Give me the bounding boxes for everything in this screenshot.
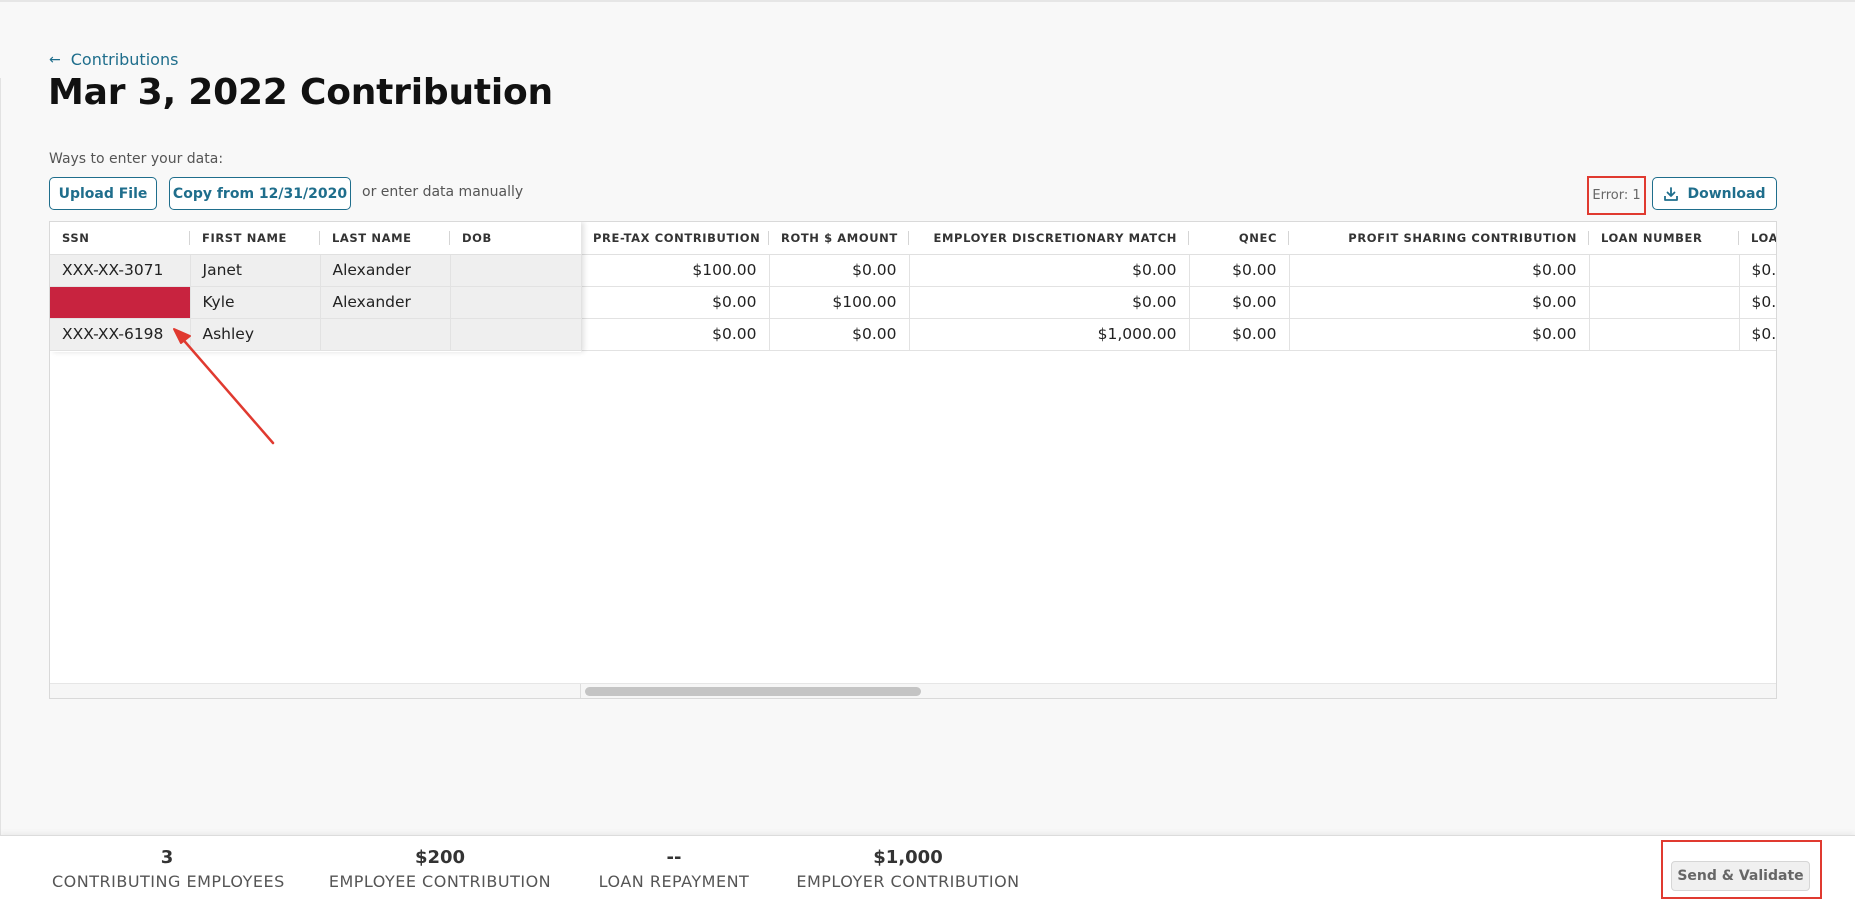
- cell-last-name[interactable]: Alexander: [320, 254, 451, 287]
- ways-label: Ways to enter your data:: [49, 151, 224, 167]
- error-count-label: Error: 1: [1592, 188, 1641, 203]
- cell-pretax[interactable]: $100.00: [581, 254, 770, 287]
- cell-qnec[interactable]: $0.00: [1189, 286, 1290, 319]
- arrow-left-icon: ←: [49, 51, 61, 68]
- cell-profit-sharing[interactable]: $0.00: [1289, 254, 1590, 287]
- stat-loan-repayment: -- LOAN REPAYMENT: [597, 846, 751, 894]
- stat-label: LOAN REPAYMENT: [598, 872, 750, 891]
- copy-from-previous-button[interactable]: Copy from 12/31/2020: [169, 177, 351, 210]
- column-header-pretax[interactable]: PRE-TAX CONTRIBUTION: [581, 222, 769, 255]
- table-row: Kyle Alexander: [50, 286, 582, 319]
- send-validate-button[interactable]: Send & Validate: [1671, 861, 1810, 891]
- stat-employee-contribution: $200 EMPLOYEE CONTRIBUTION: [327, 846, 553, 894]
- table-row: $0.00 $0.00 $1,000.00 $0.00 $0.00 $0.0: [581, 318, 1776, 351]
- back-to-contributions-link[interactable]: ← Contributions: [49, 50, 178, 69]
- left-edge: [0, 78, 1, 835]
- stat-value: $1,000: [873, 847, 943, 868]
- page-title: Mar 3, 2022 Contribution: [48, 72, 553, 113]
- cell-roth[interactable]: $0.00: [769, 254, 910, 287]
- cell-ssn[interactable]: XXX-XX-6198: [50, 318, 191, 351]
- cell-ssn[interactable]: XXX-XX-3071: [50, 254, 191, 287]
- summary-footer: 3 CONTRIBUTING EMPLOYEES $200 EMPLOYEE C…: [0, 835, 1855, 905]
- stat-value: --: [666, 847, 682, 868]
- cell-first-name[interactable]: Ashley: [190, 318, 321, 351]
- column-header-qnec[interactable]: QNEC: [1189, 222, 1289, 255]
- scrollbar-divider: [580, 684, 581, 698]
- column-header-employer-match[interactable]: EMPLOYER DISCRETIONARY MATCH: [909, 222, 1189, 255]
- cell-last-name[interactable]: [320, 318, 451, 351]
- column-header-profit-sharing[interactable]: PROFIT SHARING CONTRIBUTION: [1289, 222, 1589, 255]
- cell-loan-number[interactable]: [1589, 318, 1740, 351]
- column-header-loan[interactable]: LOA: [1739, 222, 1776, 255]
- top-edge: [0, 0, 1855, 2]
- cell-last-name[interactable]: Alexander: [320, 286, 451, 319]
- stat-value: 3: [160, 847, 174, 868]
- cell-qnec[interactable]: $0.00: [1189, 254, 1290, 287]
- table-row: XXX-XX-6198 Ashley: [50, 318, 582, 351]
- cell-loan[interactable]: $0.0: [1739, 254, 1776, 287]
- stat-label: EMPLOYEE CONTRIBUTION: [328, 872, 552, 891]
- cell-profit-sharing[interactable]: $0.00: [1289, 318, 1590, 351]
- download-button[interactable]: Download: [1652, 177, 1777, 210]
- cell-first-name[interactable]: Kyle: [190, 286, 321, 319]
- column-header-loan-number[interactable]: LOAN NUMBER: [1589, 222, 1739, 255]
- column-header-first-name[interactable]: FIRST NAME: [190, 222, 320, 255]
- cell-employer-match[interactable]: $0.00: [909, 286, 1190, 319]
- cell-loan-number[interactable]: [1589, 254, 1740, 287]
- frozen-columns: SSN FIRST NAME LAST NAME DOB XXX-XX-3071…: [50, 222, 582, 352]
- table-row: $0.00 $100.00 $0.00 $0.00 $0.00 $0.0: [581, 286, 1776, 319]
- cell-loan[interactable]: $0.0: [1739, 286, 1776, 319]
- column-header-last-name[interactable]: LAST NAME: [320, 222, 450, 255]
- cell-loan[interactable]: $0.0: [1739, 318, 1776, 351]
- cell-dob[interactable]: [450, 254, 582, 287]
- download-label: Download: [1687, 185, 1766, 202]
- column-header-roth[interactable]: ROTH $ AMOUNT: [769, 222, 909, 255]
- table-row: XXX-XX-3071 Janet Alexander: [50, 254, 582, 287]
- stat-label: EMPLOYER CONTRIBUTION: [796, 872, 1020, 891]
- manual-entry-text: or enter data manually: [362, 184, 524, 200]
- cell-dob[interactable]: [450, 286, 582, 319]
- upload-file-button[interactable]: Upload File: [49, 177, 157, 210]
- cell-qnec[interactable]: $0.00: [1189, 318, 1290, 351]
- stat-label: CONTRIBUTING EMPLOYEES: [52, 872, 285, 891]
- scrollbar-thumb[interactable]: [585, 687, 921, 696]
- cell-profit-sharing[interactable]: $0.00: [1289, 286, 1590, 319]
- stat-contributing-employees: 3 CONTRIBUTING EMPLOYEES: [52, 846, 285, 894]
- cell-pretax[interactable]: $0.00: [581, 286, 770, 319]
- cell-employer-match[interactable]: $0.00: [909, 254, 1190, 287]
- contribution-grid: SSN FIRST NAME LAST NAME DOB XXX-XX-3071…: [49, 221, 1777, 699]
- cell-roth[interactable]: $0.00: [769, 318, 910, 351]
- cell-roth[interactable]: $100.00: [769, 286, 910, 319]
- column-header-ssn[interactable]: SSN: [50, 222, 190, 255]
- cell-ssn-error[interactable]: [50, 286, 191, 319]
- cell-loan-number[interactable]: [1589, 286, 1740, 319]
- cell-dob[interactable]: [450, 318, 582, 351]
- download-icon: [1664, 186, 1679, 201]
- stat-value: $200: [414, 847, 466, 868]
- cell-pretax[interactable]: $0.00: [581, 318, 770, 351]
- send-highlight: Send & Validate: [1661, 840, 1822, 899]
- cell-employer-match[interactable]: $1,000.00: [909, 318, 1190, 351]
- scrollable-columns: PRE-TAX CONTRIBUTION ROTH $ AMOUNT EMPLO…: [581, 222, 1776, 352]
- error-count[interactable]: Error: 1: [1587, 176, 1646, 215]
- table-row: $100.00 $0.00 $0.00 $0.00 $0.00 $0.0: [581, 254, 1776, 287]
- column-header-dob[interactable]: DOB: [450, 222, 581, 255]
- horizontal-scrollbar[interactable]: [50, 683, 1776, 698]
- stat-employer-contribution: $1,000 EMPLOYER CONTRIBUTION: [794, 846, 1022, 894]
- cell-first-name[interactable]: Janet: [190, 254, 321, 287]
- back-link-label: Contributions: [70, 50, 179, 69]
